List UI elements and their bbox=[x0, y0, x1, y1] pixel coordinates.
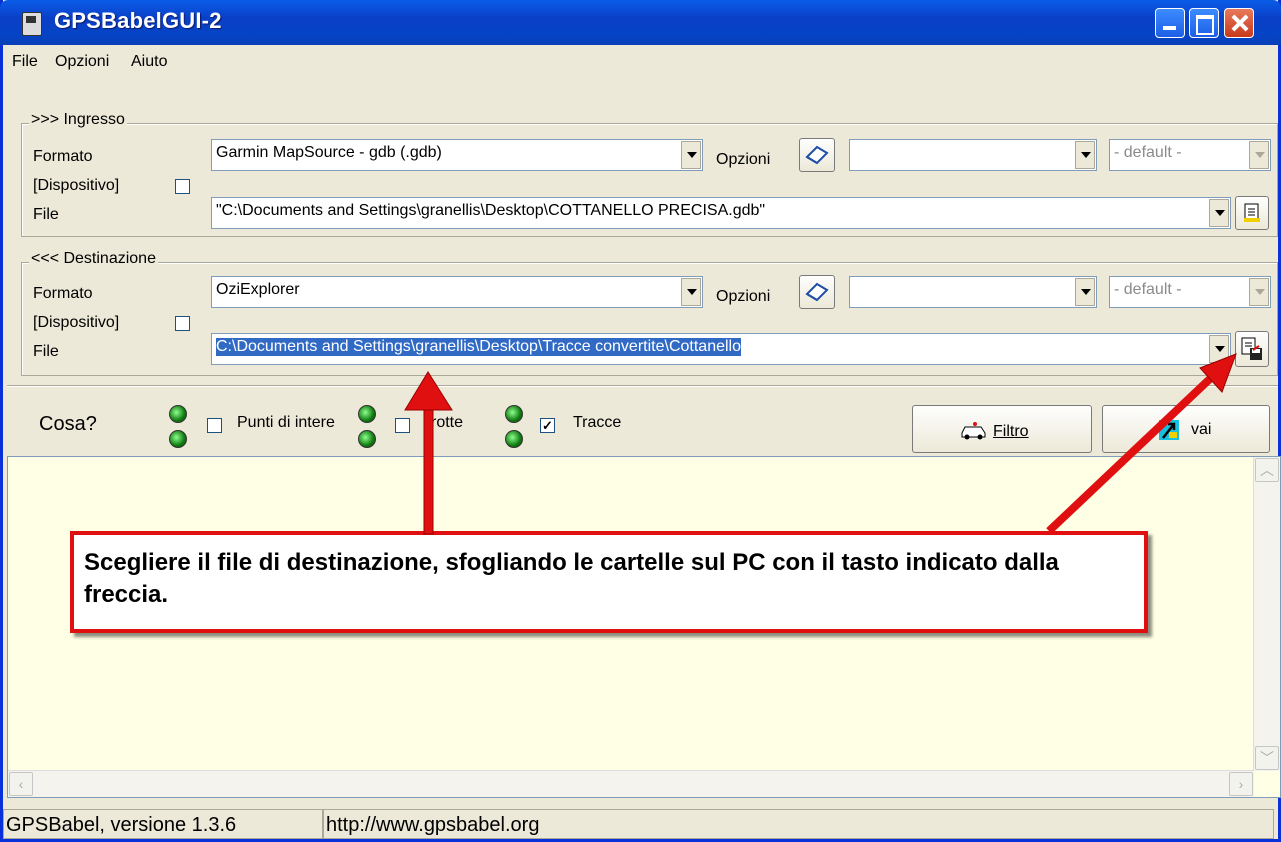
save-file-icon bbox=[1241, 337, 1262, 360]
output-file-field[interactable]: C:\Documents and Settings\granellis\Desk… bbox=[211, 333, 1231, 365]
led-icon bbox=[505, 405, 523, 423]
status-bar: GPSBabel, versione 1.3.6 http://www.gpsb… bbox=[3, 807, 1278, 839]
annotation-text: Scegliere il file di destinazione, sfogl… bbox=[84, 549, 1059, 608]
output-device-label: [Dispositivo] bbox=[33, 314, 120, 331]
waypoints-checkbox[interactable] bbox=[207, 418, 222, 433]
status-url: http://www.gpsbabel.org bbox=[323, 809, 1274, 839]
chevron-down-icon[interactable] bbox=[681, 278, 701, 306]
input-device-label: [Dispositivo] bbox=[33, 177, 120, 194]
input-device-checkbox[interactable] bbox=[175, 179, 190, 194]
go-button-label: vai bbox=[1191, 421, 1212, 438]
maximize-button[interactable] bbox=[1189, 8, 1219, 38]
menu-file[interactable]: File bbox=[12, 53, 38, 71]
run-icon bbox=[1159, 420, 1179, 440]
input-format-select[interactable]: Garmin MapSource - gdb (.gdb) bbox=[211, 139, 703, 171]
output-charset-select[interactable]: - default - bbox=[1109, 276, 1271, 308]
app-window: GPSBabelGUI-2 File Opzioni Aiuto >>> Ing… bbox=[0, 0, 1281, 842]
output-options-button[interactable] bbox=[799, 275, 835, 309]
open-file-icon bbox=[1244, 203, 1260, 222]
input-format-label: Formato bbox=[33, 148, 93, 165]
input-browse-button[interactable] bbox=[1235, 196, 1269, 230]
car-filter-icon bbox=[961, 422, 986, 440]
chevron-down-icon[interactable] bbox=[1209, 199, 1229, 227]
menu-opzioni[interactable]: Opzioni bbox=[55, 53, 109, 71]
output-legend: <<< Destinazione bbox=[29, 250, 158, 268]
chevron-down-icon[interactable] bbox=[681, 141, 701, 169]
vertical-scrollbar[interactable]: ︿ ﹀ bbox=[1253, 457, 1280, 771]
routes-checkbox[interactable] bbox=[395, 418, 410, 433]
window-title: GPSBabelGUI-2 bbox=[54, 8, 222, 33]
chevron-down-icon[interactable] bbox=[1249, 141, 1269, 169]
output-device-checkbox[interactable] bbox=[175, 316, 190, 331]
scroll-left-icon[interactable]: ‹ bbox=[9, 772, 33, 796]
input-legend: >>> Ingresso bbox=[29, 111, 127, 129]
tracks-label[interactable]: Tracce bbox=[573, 414, 621, 432]
tracks-checkbox[interactable]: ✓ bbox=[540, 418, 555, 433]
scroll-down-icon[interactable]: ﹀ bbox=[1255, 746, 1279, 770]
menu-bar: File Opzioni Aiuto bbox=[3, 45, 1278, 79]
output-options-select[interactable] bbox=[849, 276, 1097, 308]
annotation-callout: Scegliere il file di destinazione, sfogl… bbox=[70, 531, 1148, 633]
chevron-down-icon[interactable] bbox=[1249, 278, 1269, 306]
chevron-down-icon[interactable] bbox=[1075, 141, 1095, 169]
title-bar[interactable]: GPSBabelGUI-2 bbox=[0, 0, 1281, 45]
separator-highlight bbox=[7, 386, 1278, 387]
eraser-icon bbox=[805, 282, 829, 302]
output-options-label: Opzioni bbox=[716, 288, 771, 305]
chevron-down-icon[interactable] bbox=[1209, 335, 1229, 363]
minimize-button[interactable] bbox=[1155, 8, 1185, 38]
close-button[interactable] bbox=[1224, 8, 1254, 38]
output-browse-button[interactable] bbox=[1235, 331, 1269, 367]
status-version: GPSBabel, versione 1.3.6 bbox=[3, 809, 323, 839]
input-options-select[interactable] bbox=[849, 139, 1097, 171]
output-format-label: Formato bbox=[33, 285, 93, 302]
led-icon bbox=[358, 405, 376, 423]
input-options-label: Opzioni bbox=[716, 151, 771, 168]
chevron-down-icon[interactable] bbox=[1075, 278, 1095, 306]
output-format-select[interactable]: OziExplorer bbox=[211, 276, 703, 308]
menu-aiuto[interactable]: Aiuto bbox=[131, 53, 167, 71]
go-button[interactable]: vai bbox=[1102, 405, 1270, 453]
waypoints-label[interactable]: Punti di intere bbox=[237, 414, 335, 432]
filter-button[interactable]: Filtro bbox=[912, 405, 1092, 453]
app-icon bbox=[22, 12, 42, 36]
output-file-label: File bbox=[33, 343, 59, 360]
routes-label[interactable]: rotte bbox=[431, 414, 463, 432]
what-label: Cosa? bbox=[39, 413, 97, 435]
led-icon bbox=[169, 405, 187, 423]
input-charset-select[interactable]: - default - bbox=[1109, 139, 1271, 171]
led-icon bbox=[169, 430, 187, 448]
scroll-right-icon[interactable]: › bbox=[1229, 772, 1253, 796]
filter-button-label: Filtro bbox=[993, 423, 1029, 440]
horizontal-scrollbar[interactable]: ‹ › bbox=[8, 770, 1254, 797]
scroll-up-icon[interactable]: ︿ bbox=[1255, 458, 1279, 482]
input-file-field[interactable]: "C:\Documents and Settings\granellis\Des… bbox=[211, 197, 1231, 229]
input-options-button[interactable] bbox=[799, 138, 835, 172]
led-icon bbox=[358, 430, 376, 448]
led-icon bbox=[505, 430, 523, 448]
input-file-label: File bbox=[33, 206, 59, 223]
eraser-icon bbox=[805, 145, 829, 165]
